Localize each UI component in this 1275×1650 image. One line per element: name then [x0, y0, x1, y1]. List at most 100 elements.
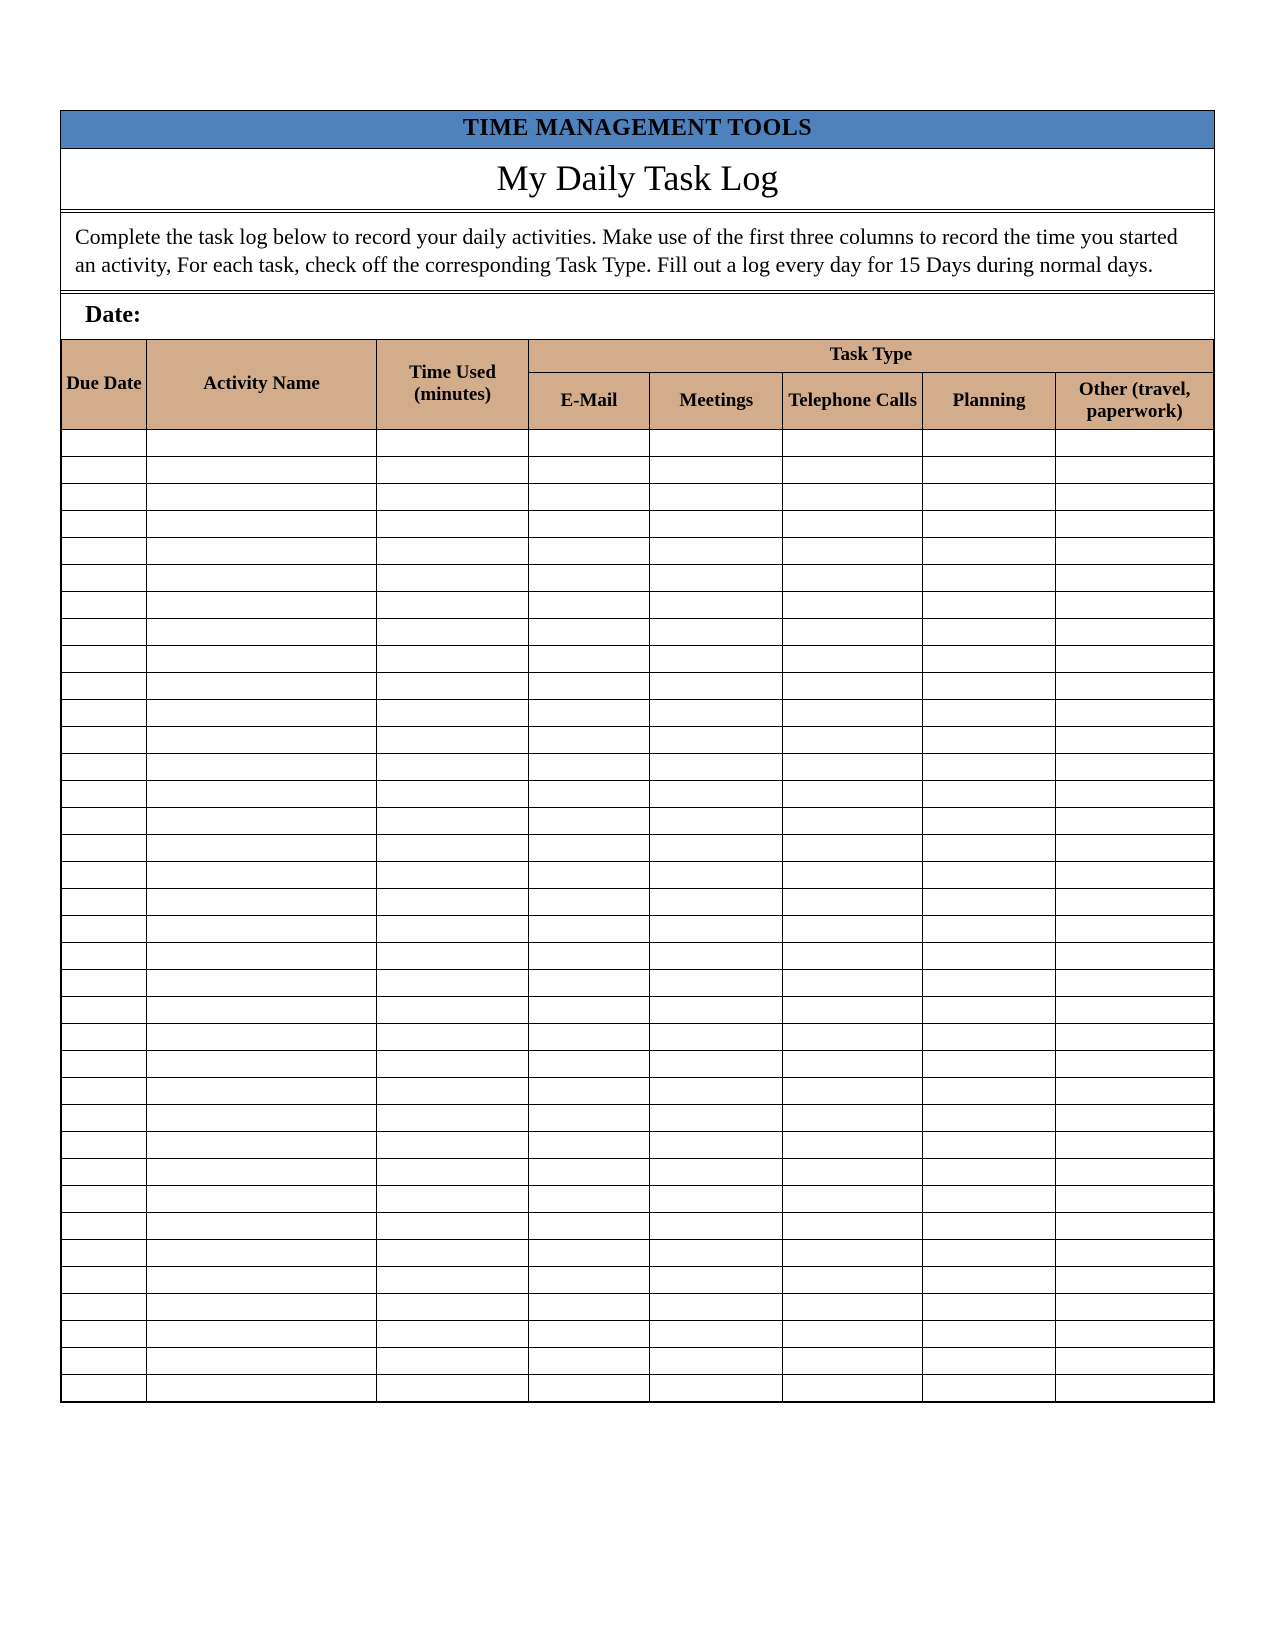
table-cell[interactable]	[783, 591, 922, 618]
table-cell[interactable]	[62, 672, 147, 699]
table-cell[interactable]	[146, 1158, 376, 1185]
table-cell[interactable]	[922, 1023, 1055, 1050]
table-cell[interactable]	[783, 915, 922, 942]
table-cell[interactable]	[650, 780, 783, 807]
table-cell[interactable]	[650, 942, 783, 969]
table-cell[interactable]	[922, 834, 1055, 861]
table-cell[interactable]	[528, 1347, 649, 1374]
table-cell[interactable]	[62, 1104, 147, 1131]
table-cell[interactable]	[62, 510, 147, 537]
table-cell[interactable]	[528, 996, 649, 1023]
table-cell[interactable]	[62, 618, 147, 645]
table-cell[interactable]	[528, 1050, 649, 1077]
table-cell[interactable]	[783, 1023, 922, 1050]
table-cell[interactable]	[377, 672, 529, 699]
table-cell[interactable]	[1056, 1239, 1214, 1266]
table-cell[interactable]	[62, 699, 147, 726]
table-cell[interactable]	[783, 1050, 922, 1077]
table-cell[interactable]	[62, 429, 147, 456]
table-cell[interactable]	[62, 456, 147, 483]
table-cell[interactable]	[783, 510, 922, 537]
table-cell[interactable]	[922, 942, 1055, 969]
table-cell[interactable]	[922, 888, 1055, 915]
table-cell[interactable]	[528, 645, 649, 672]
table-cell[interactable]	[922, 915, 1055, 942]
table-cell[interactable]	[650, 915, 783, 942]
table-cell[interactable]	[1056, 1023, 1214, 1050]
table-cell[interactable]	[62, 915, 147, 942]
table-cell[interactable]	[1056, 1293, 1214, 1320]
table-cell[interactable]	[922, 726, 1055, 753]
table-cell[interactable]	[922, 780, 1055, 807]
table-cell[interactable]	[146, 1104, 376, 1131]
table-cell[interactable]	[528, 1158, 649, 1185]
table-cell[interactable]	[146, 780, 376, 807]
table-cell[interactable]	[922, 753, 1055, 780]
table-cell[interactable]	[783, 699, 922, 726]
table-cell[interactable]	[650, 699, 783, 726]
table-cell[interactable]	[62, 1347, 147, 1374]
table-cell[interactable]	[62, 1077, 147, 1104]
table-cell[interactable]	[146, 618, 376, 645]
table-cell[interactable]	[62, 564, 147, 591]
table-cell[interactable]	[922, 510, 1055, 537]
table-cell[interactable]	[783, 1239, 922, 1266]
table-cell[interactable]	[146, 645, 376, 672]
table-cell[interactable]	[1056, 915, 1214, 942]
table-cell[interactable]	[528, 753, 649, 780]
table-cell[interactable]	[1056, 1050, 1214, 1077]
table-cell[interactable]	[146, 915, 376, 942]
table-cell[interactable]	[377, 1077, 529, 1104]
table-cell[interactable]	[377, 1023, 529, 1050]
table-cell[interactable]	[650, 1212, 783, 1239]
table-cell[interactable]	[922, 1077, 1055, 1104]
table-cell[interactable]	[650, 1131, 783, 1158]
table-cell[interactable]	[377, 1266, 529, 1293]
table-cell[interactable]	[146, 429, 376, 456]
table-cell[interactable]	[650, 753, 783, 780]
table-cell[interactable]	[377, 699, 529, 726]
table-cell[interactable]	[783, 618, 922, 645]
table-cell[interactable]	[528, 1104, 649, 1131]
table-cell[interactable]	[1056, 510, 1214, 537]
table-cell[interactable]	[528, 564, 649, 591]
table-cell[interactable]	[62, 969, 147, 996]
table-cell[interactable]	[528, 726, 649, 753]
table-cell[interactable]	[62, 780, 147, 807]
table-cell[interactable]	[528, 861, 649, 888]
table-cell[interactable]	[650, 726, 783, 753]
table-cell[interactable]	[650, 591, 783, 618]
table-cell[interactable]	[922, 591, 1055, 618]
table-cell[interactable]	[377, 1320, 529, 1347]
table-cell[interactable]	[1056, 861, 1214, 888]
table-cell[interactable]	[650, 1050, 783, 1077]
table-cell[interactable]	[783, 1185, 922, 1212]
table-cell[interactable]	[922, 699, 1055, 726]
table-cell[interactable]	[650, 564, 783, 591]
table-cell[interactable]	[62, 834, 147, 861]
table-cell[interactable]	[146, 564, 376, 591]
table-cell[interactable]	[1056, 834, 1214, 861]
table-cell[interactable]	[528, 888, 649, 915]
table-cell[interactable]	[528, 1374, 649, 1401]
table-cell[interactable]	[377, 1185, 529, 1212]
table-cell[interactable]	[62, 753, 147, 780]
table-cell[interactable]	[146, 888, 376, 915]
table-cell[interactable]	[1056, 996, 1214, 1023]
table-cell[interactable]	[528, 672, 649, 699]
table-cell[interactable]	[650, 996, 783, 1023]
table-cell[interactable]	[650, 807, 783, 834]
table-cell[interactable]	[783, 1077, 922, 1104]
table-cell[interactable]	[1056, 1320, 1214, 1347]
table-cell[interactable]	[922, 618, 1055, 645]
table-cell[interactable]	[528, 456, 649, 483]
table-cell[interactable]	[1056, 1266, 1214, 1293]
table-cell[interactable]	[922, 645, 1055, 672]
table-cell[interactable]	[1056, 699, 1214, 726]
table-cell[interactable]	[1056, 429, 1214, 456]
table-cell[interactable]	[922, 564, 1055, 591]
table-cell[interactable]	[650, 618, 783, 645]
table-cell[interactable]	[528, 942, 649, 969]
table-cell[interactable]	[922, 807, 1055, 834]
table-cell[interactable]	[528, 537, 649, 564]
